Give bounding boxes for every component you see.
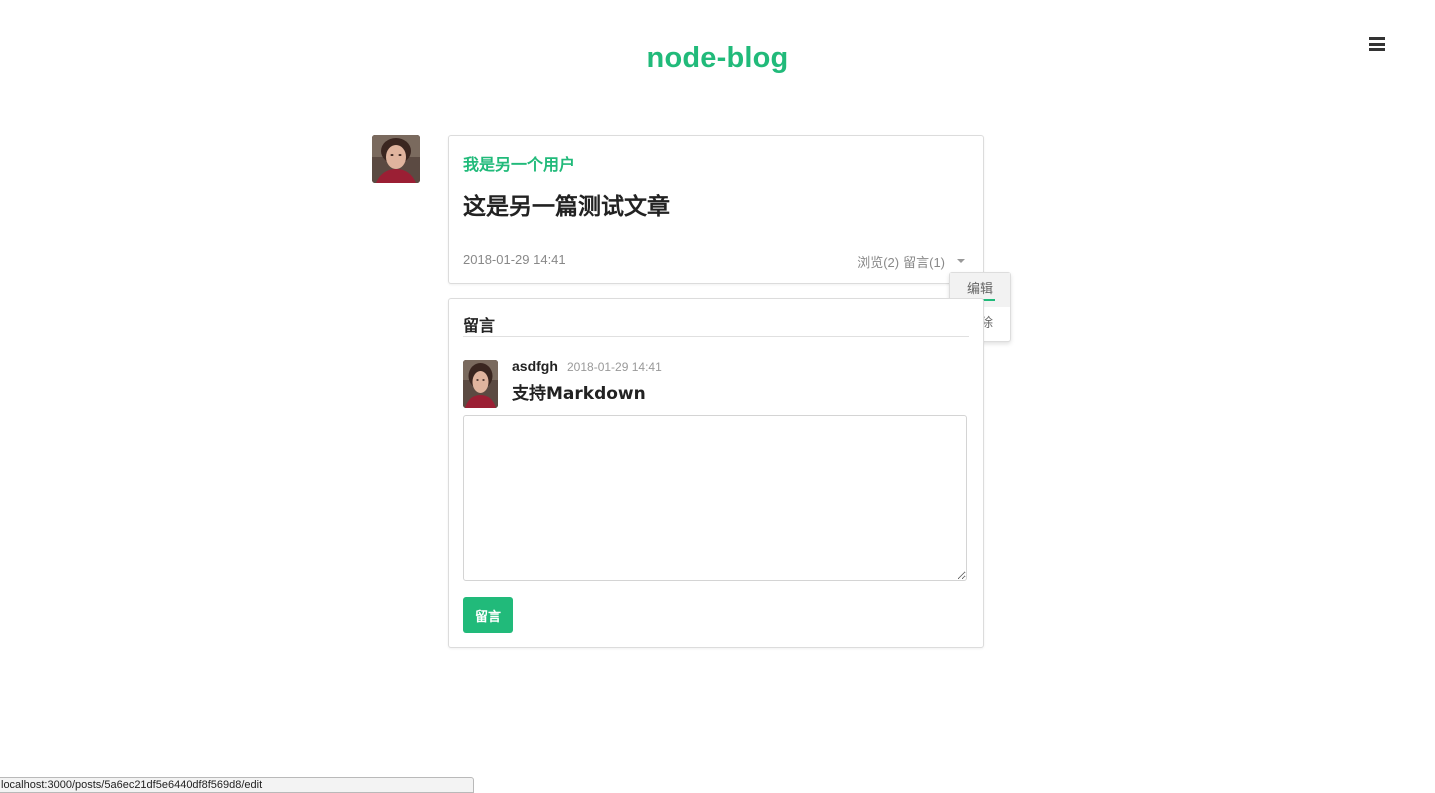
comments-header: 留言 <box>463 316 496 335</box>
site-title[interactable]: node-blog <box>0 42 1435 75</box>
post-stats: 浏览(2) 留言(1) <box>857 252 945 271</box>
post-card: 我是另一个用户 这是另一篇测试文章 2018-01-29 14:41 浏览(2)… <box>448 135 984 284</box>
submit-comment-button[interactable]: 留言 <box>463 597 513 633</box>
post-title: 这是另一篇测试文章 <box>463 194 670 220</box>
caret-down-icon[interactable] <box>954 253 968 267</box>
hamburger-menu-icon[interactable] <box>1369 37 1385 51</box>
comment-textarea[interactable] <box>463 415 967 581</box>
post-date: 2018-01-29 14:41 <box>463 252 566 267</box>
post-views-count: 浏览(2) <box>857 255 900 270</box>
comment-content: 支持Markdown <box>512 384 646 404</box>
post-author-link[interactable]: 我是另一个用户 <box>463 151 575 175</box>
comment-date: 2018-01-29 14:41 <box>567 360 662 374</box>
comment-author[interactable]: asdfgh <box>512 358 558 374</box>
post-comments-count: 留言(1) <box>903 255 945 270</box>
comments-card: 留言 asdfgh 2018-01-29 14:41 支持Markdown 留言 <box>448 298 984 648</box>
comment-author-avatar[interactable] <box>463 360 498 408</box>
edit-post-label: 编辑 <box>966 282 993 297</box>
comments-divider <box>463 336 969 337</box>
post-author-avatar[interactable] <box>372 135 420 183</box>
